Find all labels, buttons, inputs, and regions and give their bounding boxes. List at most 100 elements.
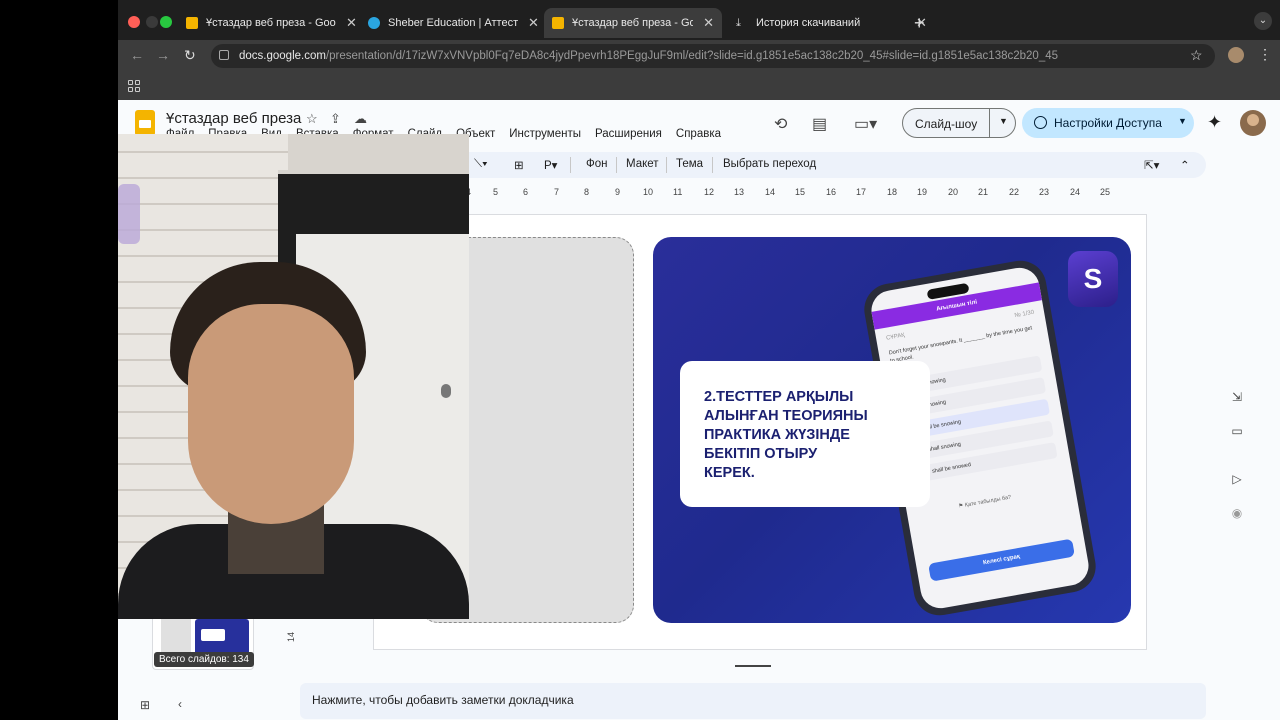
ruler-tick: 14 [765,187,776,197]
meet-icon[interactable]: ▭▾ [854,114,877,134]
tab-search-icon[interactable]: ⌄ [1254,12,1272,30]
close-tab-icon[interactable]: ✕ [528,15,539,31]
ruler-tick: 25 [1100,187,1111,197]
minimize-window-icon[interactable] [146,16,158,28]
divider [570,157,571,173]
doc-title[interactable]: Ұстаздар веб преза [166,110,301,127]
telegram-favicon-icon [368,17,380,29]
share-button[interactable]: Настройки Доступа ▼ [1022,108,1194,138]
vertical-ruler-tick: 14 [286,631,297,643]
maximize-window-icon[interactable] [160,16,172,28]
layout-button[interactable]: Макет [626,158,659,170]
apps-grid-icon[interactable] [128,80,140,92]
tab-title: Ұстаздар веб преза - Googl [572,17,694,29]
history-icon[interactable]: ⟲ [774,114,787,134]
ruler-tick: 10 [643,187,654,197]
reload-icon[interactable]: ↻ [184,47,196,64]
keep-icon[interactable]: ⇲ [1228,390,1246,404]
door-knob [441,384,451,398]
horizontal-ruler: 4 5 6 7 8 9 10 11 12 13 14 15 16 17 18 1… [466,186,1146,200]
background-button[interactable]: Фон [586,158,608,170]
new-tab-icon[interactable]: + [914,13,925,34]
ruler-tick: 7 [554,187,560,197]
ruler-tick: 6 [523,187,529,197]
slide-count-tooltip: Всего слайдов: 134 [154,652,254,667]
slides-logo-icon[interactable] [135,110,155,136]
collapse-toolbar-icon[interactable]: ⌃ [1180,158,1190,172]
close-tab-icon[interactable]: ✕ [703,15,714,31]
divider [712,157,713,173]
ruler-tick: 15 [795,187,806,197]
slideshow-button[interactable]: Слайд-шоу ▼ [902,108,1016,138]
ruler-tick: 23 [1039,187,1050,197]
pointer-mode-icon[interactable]: ⇱▾ [1144,158,1159,172]
ruler-tick: 9 [615,187,621,197]
ruler-tick: 19 [917,187,928,197]
line-tool-icon[interactable]: ⟍▾ [474,158,488,171]
menu-help[interactable]: Справка [676,128,721,140]
ruler-tick: 11 [673,187,683,197]
url-domain: docs.google.com [239,50,326,62]
chevron-down-icon[interactable]: ▼ [1178,116,1187,126]
thumb-text-box [201,629,225,641]
slide-text-box[interactable]: 2.ТЕСТТЕР АРҚЫЛЫ АЛЫНҒАН ТЕОРИЯНЫ ПРАКТИ… [680,361,930,507]
speaker-notes-placeholder: Нажмите, чтобы добавить заметки докладчи… [312,693,574,707]
globe-icon [1034,116,1047,129]
ruler-tick: 8 [584,187,590,197]
back-icon[interactable]: ← [130,47,144,63]
url-path: /presentation/d/17izW7xVNVpbl0Fq7eDA8c4j… [325,50,1059,62]
ruler-tick: 13 [734,187,745,197]
record-icon[interactable]: ◉ [1228,506,1246,520]
speaker-notes[interactable]: Нажмите, чтобы добавить заметки докладчи… [300,683,1206,719]
bookmarks-bar [118,72,1280,100]
tab-slides-active[interactable]: Ұстаздар веб преза - Googl ✕ [544,8,722,38]
star-icon[interactable]: ☆ [306,111,318,127]
menu-extensions[interactable]: Расширения [595,128,662,140]
menu-tools[interactable]: Инструменты [509,128,581,140]
chevron-down-icon[interactable]: ▼ [999,116,1008,126]
forward-icon[interactable]: → [156,47,170,63]
tab-slides-1[interactable]: Ұстаздар веб преза - Googl ✕ [178,10,365,36]
avatar[interactable] [1240,110,1266,136]
comment-add-icon[interactable]: ⊞ [514,158,524,172]
bookmark-star-icon[interactable]: ☆ [1190,47,1203,64]
tab-downloads[interactable]: ⤓ История скачиваний ✕ [728,10,935,36]
browser-menu-icon[interactable]: ⋮ [1258,46,1272,63]
report-error-link: ⚑ Қате табылды ба? [958,495,1012,510]
transition-button[interactable]: Выбрать переход [723,158,816,170]
ruler-tick: 16 [826,187,837,197]
site-info-icon[interactable] [219,50,229,60]
share-label: Настройки Доступа [1054,116,1162,130]
close-tab-icon[interactable]: ✕ [346,15,357,31]
cloud-status-icon: ☁ [354,111,367,126]
paragraph-icon[interactable]: P▾ [544,158,557,172]
download-icon: ⤓ [736,17,741,29]
url-field[interactable]: docs.google.com/presentation/d/17izW7xVN… [211,44,1215,68]
tab-title: История скачиваний [756,17,861,29]
gemini-icon[interactable]: ✦ [1207,112,1222,133]
slides-favicon-icon [552,17,564,29]
screen: Ұстаздар веб преза - Googl ✕ Sheber Educ… [0,0,1280,720]
presenter-face [188,304,354,524]
divider [989,109,990,137]
black-margin [0,0,118,720]
theme-button[interactable]: Тема [676,158,703,170]
profile-icon[interactable] [1228,47,1244,63]
chevron-left-icon[interactable]: ‹ [178,697,182,711]
folder-icon[interactable]: ▭ [1228,424,1246,438]
slide-heading: 2.ТЕСТТЕР АРҚЫЛЫ АЛЫНҒАН ТЕОРИЯНЫ ПРАКТИ… [704,389,868,481]
grid-view-icon[interactable]: ⊞ [140,698,150,712]
ruler-tick: 5 [493,187,499,197]
present-icon[interactable]: ▷ [1228,472,1246,486]
wall-decoration [118,184,140,244]
option-label: shall be snowed [931,462,972,475]
divider [666,157,667,173]
close-window-icon[interactable] [128,16,140,28]
move-icon[interactable]: ⇪ [330,111,341,127]
webcam-video [118,134,469,619]
ruler-tick: 20 [948,187,959,197]
divider [616,157,617,173]
ruler-tick: 22 [1009,187,1020,197]
tab-sheber[interactable]: Sheber Education | Аттестац ✕ [360,10,547,36]
comments-icon[interactable]: ▤ [812,114,827,134]
